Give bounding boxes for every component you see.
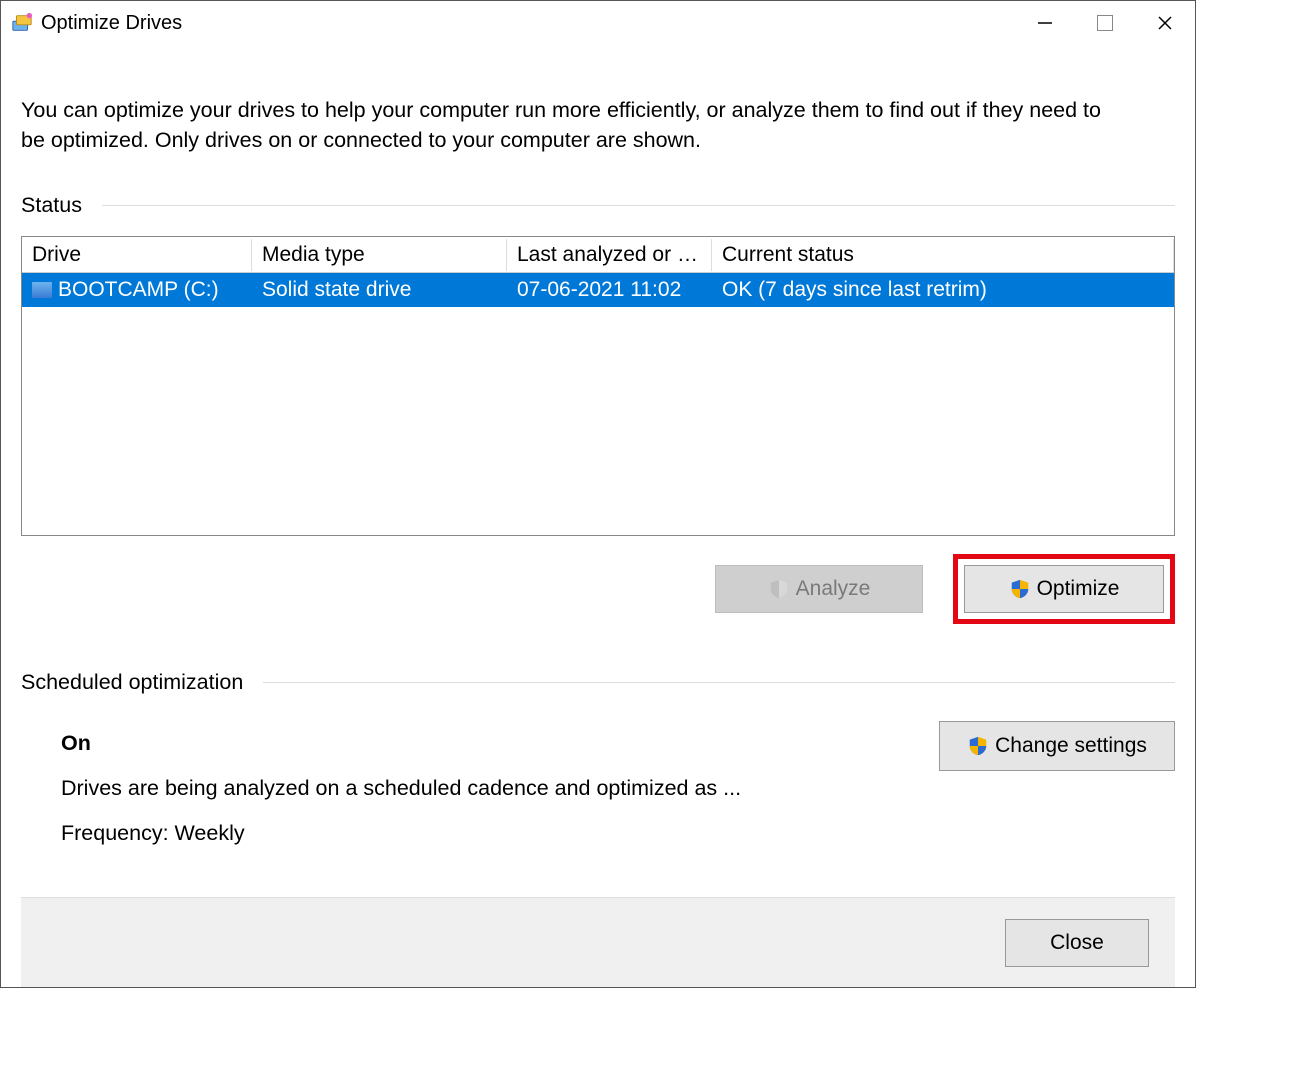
scheduled-text: On Drives are being analyzed on a schedu… bbox=[21, 721, 909, 856]
close-window-button[interactable] bbox=[1135, 1, 1195, 45]
col-last-header[interactable]: Last analyzed or o... bbox=[507, 239, 712, 271]
col-media-header[interactable]: Media type bbox=[252, 239, 507, 271]
table-row[interactable]: BOOTCAMP (C:) Solid state drive 07-06-20… bbox=[22, 273, 1174, 307]
scheduled-frequency: Frequency: Weekly bbox=[61, 811, 909, 856]
shield-icon bbox=[967, 735, 989, 757]
analyze-button: Analyze bbox=[715, 565, 923, 613]
scheduled-section-header: Scheduled optimization bbox=[21, 670, 1175, 695]
analyze-label: Analyze bbox=[796, 577, 871, 601]
optimize-label: Optimize bbox=[1037, 577, 1120, 601]
col-status-header[interactable]: Current status bbox=[712, 239, 1174, 271]
scheduled-desc: Drives are being analyzed on a scheduled… bbox=[61, 766, 909, 811]
content-area: You can optimize your drives to help you… bbox=[1, 45, 1195, 987]
close-button[interactable]: Close bbox=[1005, 919, 1149, 967]
drives-table-header[interactable]: Drive Media type Last analyzed or o... C… bbox=[22, 237, 1174, 273]
drives-table[interactable]: Drive Media type Last analyzed or o... C… bbox=[21, 236, 1175, 536]
change-settings-label: Change settings bbox=[995, 734, 1147, 758]
scheduled-label: Scheduled optimization bbox=[21, 670, 243, 695]
cell-last: 07-06-2021 11:02 bbox=[507, 276, 712, 304]
shield-icon bbox=[1009, 578, 1031, 600]
scheduled-body: On Drives are being analyzed on a schedu… bbox=[21, 721, 1175, 856]
close-label: Close bbox=[1050, 931, 1104, 955]
status-section-header: Status bbox=[21, 193, 1175, 218]
optimize-highlight: Optimize bbox=[953, 554, 1175, 624]
cell-status: OK (7 days since last retrim) bbox=[712, 276, 1174, 304]
divider bbox=[263, 682, 1175, 683]
scheduled-section: Scheduled optimization On Drives are bei… bbox=[21, 670, 1175, 856]
action-buttons: Analyze Optimize bbox=[21, 554, 1175, 624]
maximize-button[interactable] bbox=[1075, 1, 1135, 45]
cell-media: Solid state drive bbox=[252, 276, 507, 304]
change-settings-button[interactable]: Change settings bbox=[939, 721, 1175, 771]
minimize-button[interactable] bbox=[1015, 1, 1075, 45]
divider bbox=[102, 205, 1175, 206]
cell-drive: BOOTCAMP (C:) bbox=[22, 276, 252, 304]
app-icon bbox=[11, 12, 33, 34]
titlebar: Optimize Drives bbox=[1, 1, 1195, 45]
optimize-button[interactable]: Optimize bbox=[964, 565, 1164, 613]
window-title: Optimize Drives bbox=[41, 12, 182, 35]
drive-icon bbox=[32, 282, 52, 298]
drive-name: BOOTCAMP (C:) bbox=[58, 278, 219, 302]
scheduled-on: On bbox=[61, 721, 909, 766]
window-controls bbox=[1015, 1, 1195, 45]
footer-bar: Close bbox=[21, 897, 1175, 987]
shield-icon bbox=[768, 578, 790, 600]
status-label: Status bbox=[21, 193, 82, 218]
intro-text: You can optimize your drives to help you… bbox=[21, 95, 1121, 155]
optimize-drives-window: Optimize Drives You can optimize your dr… bbox=[0, 0, 1196, 988]
col-drive-header[interactable]: Drive bbox=[22, 239, 252, 271]
